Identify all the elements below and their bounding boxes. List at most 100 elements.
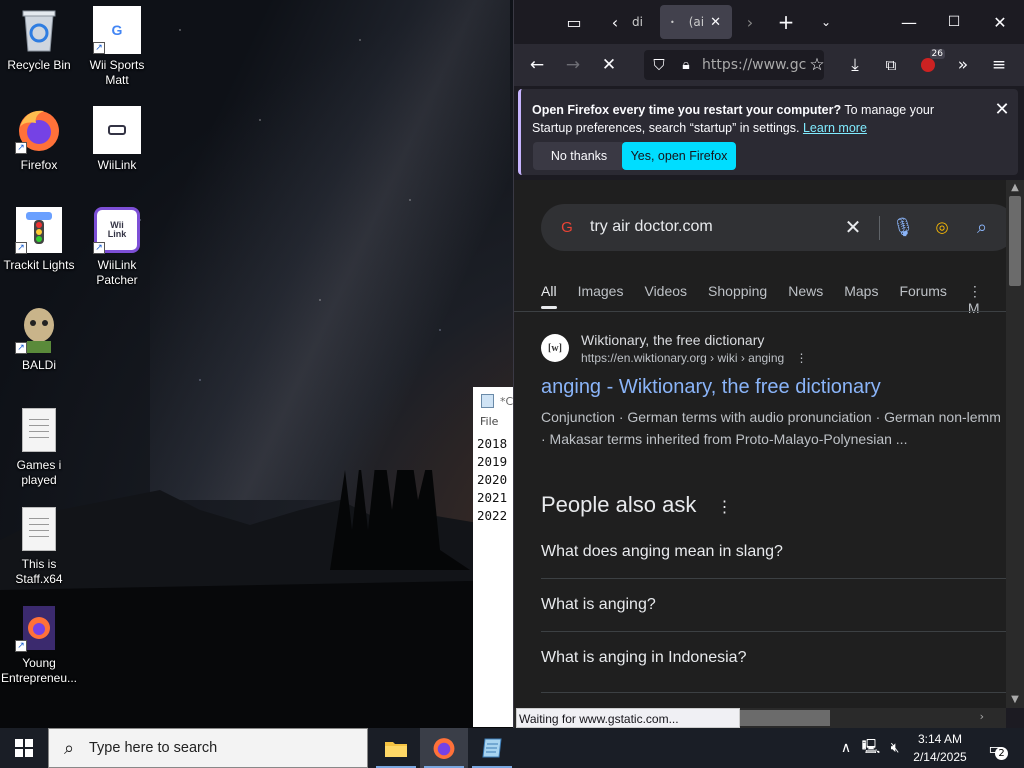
lock-icon[interactable]: 🔒︎ [673,52,699,78]
volume-muted-icon[interactable]: 🔇︎ [884,728,906,768]
search-divider [879,216,880,240]
firefox-document-icon: ↗ [15,604,63,652]
network-icon[interactable]: 🖳︎ [860,728,882,768]
back-icon[interactable]: ← [524,52,550,78]
forward-icon[interactable]: → [560,52,586,78]
overflow-menu-icon[interactable]: » [950,52,976,78]
tab-close-icon[interactable]: ✕ [710,15,721,30]
taskbar-search-placeholder: Type here to search [89,740,218,756]
traffic-light-icon: ↗ [15,206,63,254]
more-dots-icon: ⋮ [967,283,982,299]
new-tab-icon[interactable]: + [771,7,801,37]
text-document-icon [15,406,63,454]
result-title-link[interactable]: anging - Wiktionary, the free dictionary [541,376,881,399]
tab-item-active[interactable]: • (ai ✕ [660,5,732,39]
shortcut-arrow-icon: ↗ [15,640,27,652]
paa-question[interactable]: What is anging? [541,596,1006,614]
close-window-icon[interactable]: ✕ [985,7,1015,37]
desktop-icon-wiilink[interactable]: WiiLink [78,106,156,173]
wiilink-patcher-icon: Wii Link ↗ [93,206,141,254]
desktop-icon-games-i-played[interactable]: Games i played [0,406,78,488]
scroll-up-icon[interactable]: ▲ [1006,180,1024,196]
status-panel: Waiting for www.gstatic.com... [516,708,740,728]
shortcut-arrow-icon: ↗ [93,242,105,254]
result-snippet: Conjunction · German terms with audio pr… [541,409,1001,447]
scrollbar-thumb[interactable] [1009,196,1021,286]
desktop-icon-young-entrepreneur[interactable]: ↗ Young Entrepreneu... [0,604,78,686]
search-query[interactable]: try air doctor.com [590,218,713,236]
taskbar-firefox[interactable] [420,728,468,768]
clock-date: 2/14/2025 [913,750,967,764]
google-search-box[interactable]: G try air doctor.com ✕ 🎙︎ ◎ ⌕ [541,204,1006,251]
search-icon: ⌕ [63,737,75,758]
folder-icon [385,742,407,757]
google-logo-icon: G [561,218,573,236]
extensions-puzzle-icon[interactable]: ⧉ [878,52,904,78]
wallpaper-milky-way [150,0,510,500]
scroll-tabs-right-icon[interactable]: › [735,7,765,37]
firefox-window[interactable]: ▭ ‹ di • (ai ✕ › + ⌄ — ☐ ✕ ← → ✕ https:/… [513,0,1024,728]
show-hidden-icons-icon[interactable]: ∧ [836,728,856,768]
clear-search-icon[interactable]: ✕ [841,215,865,239]
stop-loading-icon[interactable]: ✕ [596,52,622,78]
desktop-icon-firefox[interactable]: ↗ Firefox [0,106,78,173]
google-lens-icon[interactable]: ◎ [930,215,954,239]
vertical-scrollbar[interactable]: ▲ ▼ [1006,180,1024,708]
tracking-protection-shield-icon[interactable]: ⛉ [646,52,672,78]
action-center-icon[interactable]: ▭ 2 [978,728,1014,768]
shortcut-arrow-icon: ↗ [15,242,27,254]
hamburger-menu-icon[interactable]: ≡ [986,52,1012,78]
yes-open-firefox-button[interactable]: Yes, open Firefox [622,142,736,170]
notification-message: Open Firefox every time you restart your… [532,103,935,135]
downloads-icon[interactable]: ⤓ [842,52,868,78]
paa-question[interactable]: What does anging mean in slang? [541,543,1006,561]
paa-question[interactable]: What is anging in Indonesia? [541,649,1006,667]
desktop-icon-wii-sports-matt[interactable]: G ↗ Wii Sports Matt [78,6,156,88]
start-button[interactable] [0,728,48,768]
tab-bar: ▭ ‹ di • (ai ✕ › + ⌄ — ☐ ✕ [514,0,1024,44]
minimize-icon[interactable]: — [894,7,924,37]
text-document-icon [15,505,63,553]
taskbar-notepad[interactable] [468,728,516,768]
tab-loading-icon: • [670,17,675,27]
recycle-bin-icon [15,6,63,54]
addon-icon[interactable]: 26 [915,49,945,78]
baldi-icon: ↗ [15,306,63,354]
search-icon[interactable]: ⌕ [970,215,994,239]
paa-divider [541,692,1006,693]
taskbar-file-explorer[interactable] [372,728,420,768]
paa-divider [541,578,1006,579]
microphone-icon[interactable]: 🎙︎ [891,215,915,239]
desktop-icon-this-is-staff[interactable]: This is Staff.x64 [0,505,78,587]
result-site-name[interactable]: Wiktionary, the free dictionary [581,332,764,348]
paa-divider [541,631,1006,632]
notepad-icon [482,738,502,758]
tab-label: di [632,15,643,29]
close-notification-icon[interactable]: ✕ [990,97,1014,121]
wallpaper-mountain-silhouette [0,470,520,730]
taskbar-search-box[interactable]: ⌕ Type here to search [48,728,368,768]
tab-item[interactable]: di [626,5,660,39]
people-also-ask-heading: People also ask ⋮ [541,492,733,517]
scroll-down-icon[interactable]: ▼ [1006,692,1024,708]
desktop-icon-baldi[interactable]: ↗ BALDi [0,306,78,373]
no-thanks-button[interactable]: No thanks [533,142,625,170]
shortcut-arrow-icon: ↗ [93,42,105,54]
desktop-icon-label: WiiLink Patcher [96,258,138,287]
desktop-icon-wiilink-patcher[interactable]: Wii Link ↗ WiiLink Patcher [78,206,156,288]
scroll-right-icon[interactable]: › [980,710,984,723]
desktop-icon-trackit-lights[interactable]: ↗ Trackit Lights [0,206,78,273]
url-text: https://www.gc [702,57,807,73]
list-all-tabs-icon[interactable]: ⌄ [811,7,841,37]
desktop-icon-recycle-bin[interactable]: Recycle Bin [0,6,78,73]
bookmark-star-icon[interactable]: ☆ [804,52,830,78]
paa-options-icon[interactable]: ⋮ [716,499,732,516]
learn-more-link[interactable]: Learn more [803,121,867,135]
maximize-icon[interactable]: ☐ [939,7,969,37]
taskbar-clock[interactable]: 3:14 AM 2/14/2025 [905,730,975,766]
navigation-toolbar: ← → ✕ https://www.gc ⛉ 🔒︎ ☆ ⤓ ⧉ 26 » ≡ [514,44,1024,86]
firefox-view-icon[interactable]: ▭ [559,7,589,37]
web-page-content[interactable]: G try air doctor.com ✕ 🎙︎ ◎ ⌕ All Images… [514,180,1006,708]
result-options-icon[interactable]: ⋮ [796,351,808,365]
notification-count-badge: 2 [995,747,1008,760]
